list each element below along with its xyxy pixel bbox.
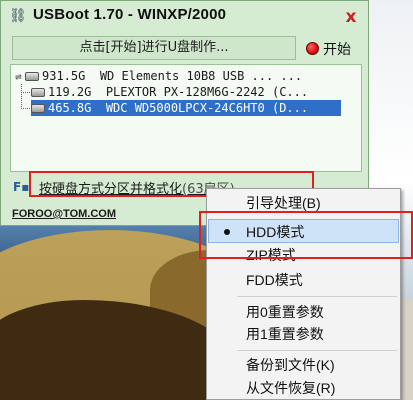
drive-icon	[25, 72, 39, 81]
menu-separator	[237, 296, 397, 297]
close-button[interactable]: x	[341, 7, 361, 27]
drive-size: 931.5G	[42, 69, 86, 83]
drive-name: WDC WD5000LPCX-24C6HT0 (D...	[105, 101, 309, 115]
format-mode-icon: F▪	[13, 180, 30, 194]
drive-list[interactable]: ⇌ 931.5G WD Elements 10B8 USB ... ... 119…	[10, 64, 362, 172]
drive-row[interactable]: 119.2G PLEXTOR PX-128M6G-2242 (C...	[31, 84, 351, 100]
menu-item-label: 用1重置参数	[246, 326, 324, 342]
usb-plug-icon: ⇌	[15, 70, 22, 83]
tree-line	[21, 92, 30, 109]
drive-name: WD Elements 10B8 USB ... ...	[99, 69, 303, 83]
usb-icon: ⛓	[9, 8, 27, 24]
title-bar[interactable]: ⛓ USBoot 1.70 - WINXP/2000 x	[1, 1, 368, 31]
start-label: 开始	[323, 42, 351, 58]
drive-row[interactable]: ⇌ 931.5G WD Elements 10B8 USB ... ...	[15, 68, 345, 84]
menu-item-label: 从文件恢复(R)	[246, 380, 336, 396]
menu-item-restore[interactable]: 从文件恢复(R)	[208, 376, 399, 400]
author-email-link[interactable]: FOROO@TOM.COM	[12, 208, 116, 220]
menu-separator	[237, 350, 397, 351]
annotation-box	[199, 211, 413, 259]
window-title: USBoot 1.70 - WINXP/2000	[33, 6, 227, 23]
drive-size: 119.2G	[48, 85, 92, 99]
menu-item-label: FDD模式	[246, 272, 303, 288]
drive-name: PLEXTOR PX-128M6G-2242 (C...	[105, 85, 309, 99]
start-button[interactable]: 开始	[304, 38, 366, 60]
menu-item-label: 备份到文件(K)	[246, 357, 335, 373]
menu-item-reset-0[interactable]: 用0重置参数	[208, 300, 399, 324]
menu-item-fdd[interactable]: FDD模式	[208, 268, 399, 292]
menu-item-backup[interactable]: 备份到文件(K)	[208, 353, 399, 377]
drive-size: 465.8G	[48, 101, 92, 115]
drive-row-selected[interactable]: 465.8G WDC WD5000LPCX-24C6HT0 (D...	[31, 100, 341, 116]
drive-icon	[31, 104, 45, 113]
status-hint: 点击[开始]进行U盘制作...	[12, 36, 296, 60]
menu-item-reset-1[interactable]: 用1重置参数	[208, 322, 399, 346]
drive-icon	[31, 88, 45, 97]
start-icon	[306, 42, 319, 55]
menu-item-label: 用0重置参数	[246, 304, 324, 320]
